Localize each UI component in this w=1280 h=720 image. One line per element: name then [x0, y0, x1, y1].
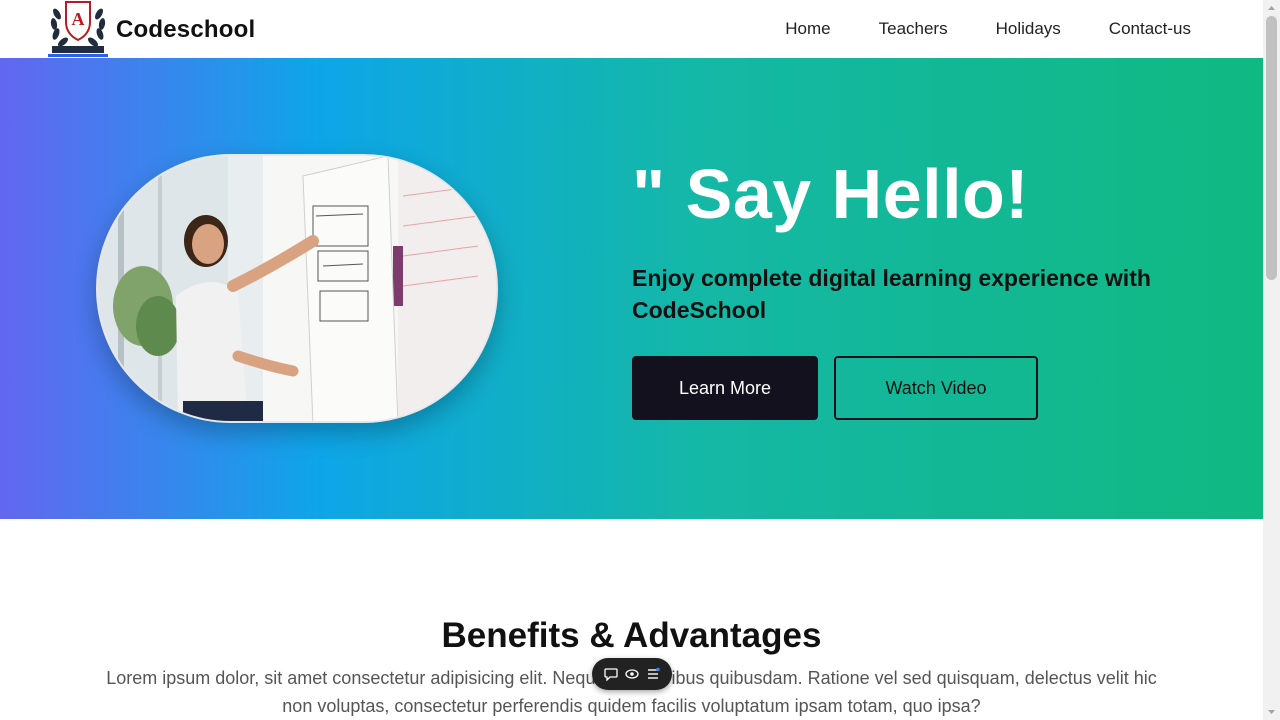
- nav-menu: Home Teachers Holidays Contact-us: [785, 0, 1191, 58]
- eye-icon[interactable]: [624, 666, 640, 682]
- scroll-down-icon[interactable]: [1263, 704, 1280, 720]
- floating-toolbar: [592, 658, 672, 690]
- benefits-title: Benefits & Advantages: [441, 616, 822, 655]
- hero-image: [96, 154, 498, 423]
- hero-section: " Say Hello! Enjoy complete digital lear…: [0, 58, 1263, 519]
- svg-text:A: A: [72, 9, 85, 29]
- page: A Codeschool Home Teachers Holidays Cont…: [0, 0, 1263, 720]
- nav-link-contact-us[interactable]: Contact-us: [1109, 19, 1191, 39]
- nav-link-home[interactable]: Home: [785, 19, 830, 39]
- navbar: A Codeschool Home Teachers Holidays Cont…: [0, 0, 1263, 58]
- learn-more-button[interactable]: Learn More: [632, 356, 818, 420]
- nav-link-teachers[interactable]: Teachers: [879, 19, 948, 39]
- menu-icon[interactable]: [645, 666, 661, 682]
- comment-icon[interactable]: [603, 666, 619, 682]
- academics-logo[interactable]: A: [48, 0, 108, 57]
- scroll-thumb[interactable]: [1266, 16, 1277, 280]
- scroll-up-icon[interactable]: [1263, 0, 1280, 16]
- watch-video-button[interactable]: Watch Video: [834, 356, 1038, 420]
- nav-link-holidays[interactable]: Holidays: [996, 19, 1061, 39]
- hero-subtitle: Enjoy complete digital learning experien…: [632, 265, 1151, 323]
- page-scrollbar[interactable]: [1263, 0, 1280, 720]
- brand-name[interactable]: Codeschool: [116, 16, 255, 44]
- hero-title: " Say Hello!: [632, 155, 1030, 233]
